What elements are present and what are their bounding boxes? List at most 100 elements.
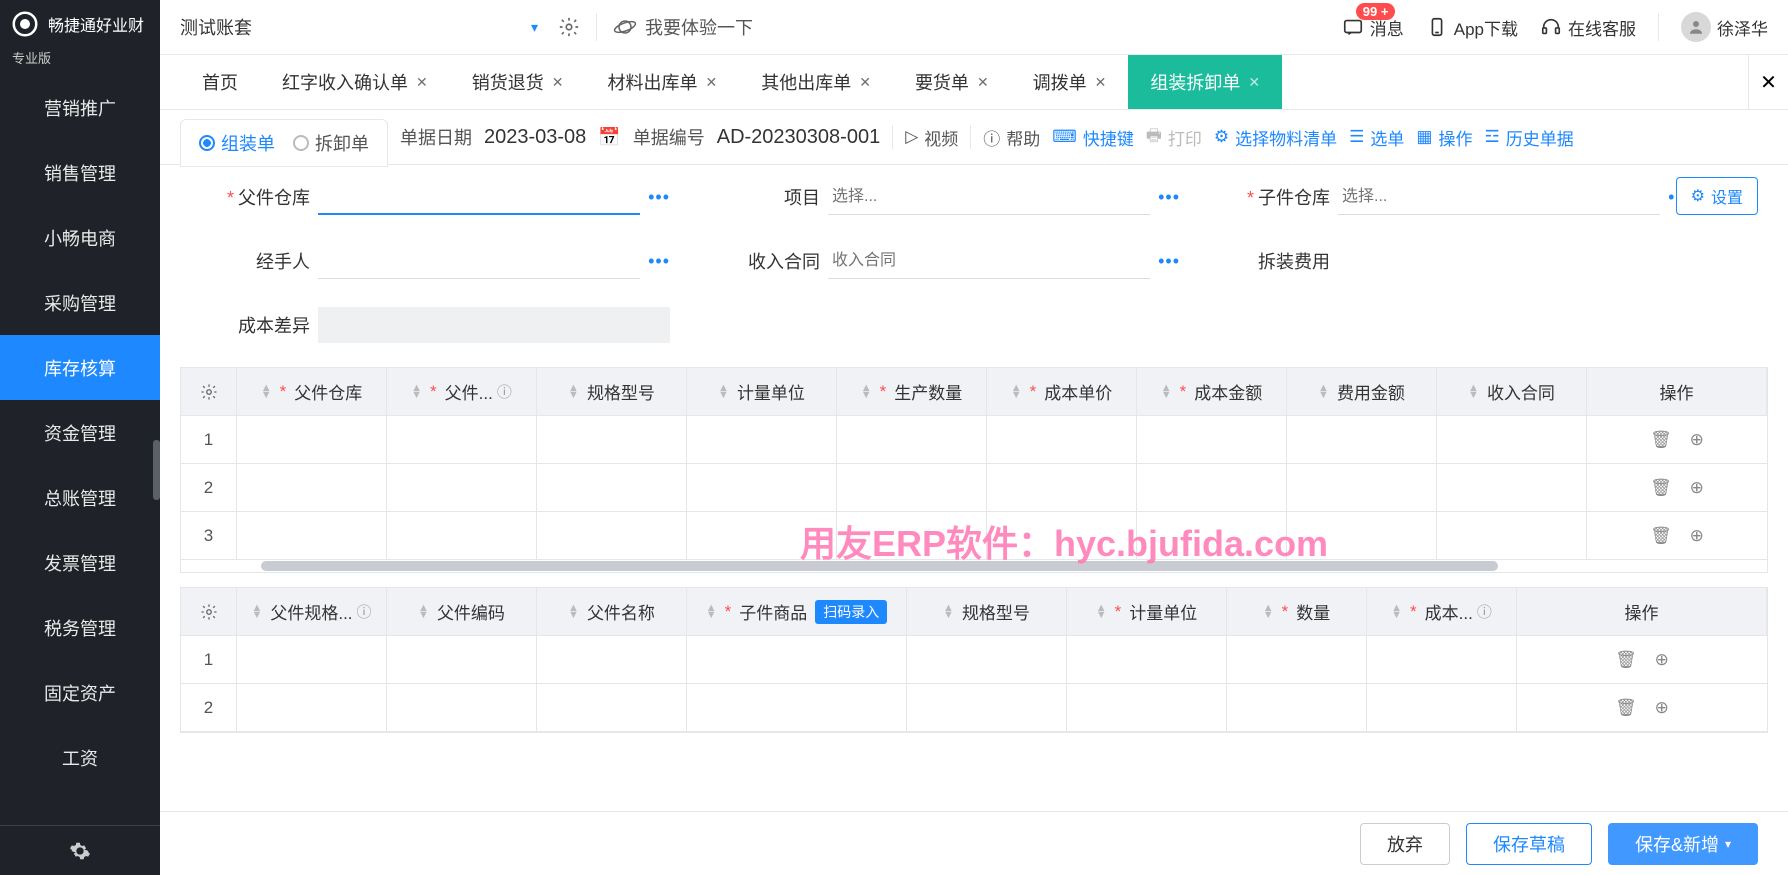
table-cell[interactable] [387,464,537,511]
tab-4[interactable]: 其他出库单✕ [739,55,893,109]
table-cell[interactable] [907,636,1067,683]
column-header[interactable]: ▲▼费用金额 [1287,368,1437,415]
table-cell[interactable] [687,684,907,731]
column-header[interactable]: ▲▼父件编码 [387,588,537,635]
column-header[interactable]: ▲▼规格型号 [537,368,687,415]
tab-0[interactable]: 首页 [180,55,260,109]
parent-warehouse-picker[interactable]: ••• [648,187,670,208]
sidebar-item-4[interactable]: 库存核算 [0,335,160,400]
parent-warehouse-input[interactable] [318,179,640,215]
tab-2[interactable]: 销货退货✕ [450,55,586,109]
table-cell[interactable] [1287,512,1437,559]
settings-button[interactable]: ⚙设置 [1676,177,1758,215]
income-input[interactable] [828,243,1150,279]
gear-icon[interactable] [558,16,580,38]
column-header[interactable]: ▲▼收入合同 [1437,368,1587,415]
table-cell[interactable] [237,464,387,511]
table-cell[interactable] [1227,684,1367,731]
project-picker[interactable]: ••• [1158,187,1180,208]
table-cell[interactable] [687,464,837,511]
close-icon[interactable]: ✕ [552,74,564,91]
sidebar-item-9[interactable]: 固定资产 [0,660,160,725]
video-button[interactable]: ▷视频 [905,125,958,150]
scan-tag[interactable]: 扫码录入 [815,600,887,624]
table-cell[interactable] [537,636,687,683]
add-icon[interactable]: ⊕ [1690,430,1704,450]
add-icon[interactable]: ⊕ [1655,650,1669,670]
calendar-icon[interactable]: 📅 [598,127,620,148]
table-cell[interactable] [1437,512,1587,559]
sidebar-item-3[interactable]: 采购管理 [0,270,160,335]
sidebar-item-1[interactable]: 销售管理 [0,140,160,205]
try-button[interactable]: 我要体验一下 [613,14,753,40]
table-cell[interactable] [837,464,987,511]
column-header[interactable]: ▲▼*数量 [1227,588,1367,635]
column-header[interactable]: ▲▼规格型号 [907,588,1067,635]
table-cell[interactable] [1437,416,1587,463]
table-cell[interactable] [1287,464,1437,511]
delete-icon[interactable]: 🗑 [1650,430,1672,450]
print-button[interactable]: 🖶打印 [1146,123,1202,152]
column-header[interactable]: ▲▼*生产数量 [837,368,987,415]
table-cell[interactable] [1287,416,1437,463]
table-cell[interactable] [1367,684,1517,731]
column-header[interactable]: ▲▼*计量单位 [1067,588,1227,635]
handler-input[interactable] [318,243,640,279]
user-menu[interactable]: 徐泽华 [1681,12,1768,42]
project-input[interactable] [828,179,1150,215]
table-cell[interactable] [837,512,987,559]
service-button[interactable]: 在线客服 [1540,15,1636,40]
table-cell[interactable] [1067,684,1227,731]
table-cell[interactable] [1067,636,1227,683]
close-icon[interactable]: ✕ [859,74,871,91]
table-cell[interactable] [1437,464,1587,511]
sidebar-item-2[interactable]: 小畅电商 [0,205,160,270]
table-cell[interactable] [237,636,387,683]
draft-button[interactable]: 保存草稿 [1466,823,1592,865]
column-header[interactable]: ▲▼父件规格... ⓘ [237,588,387,635]
sidebar-item-7[interactable]: 发票管理 [0,530,160,595]
history-button[interactable]: ☲历史单据 [1484,125,1573,150]
download-button[interactable]: App下载 [1426,15,1518,40]
tab-1[interactable]: 红字收入确认单✕ [260,55,450,109]
table-settings[interactable] [181,368,237,415]
table-cell[interactable] [687,512,837,559]
add-icon[interactable]: ⊕ [1690,478,1704,498]
table-cell[interactable] [1137,512,1287,559]
sidebar-item-10[interactable]: 工资 [0,725,160,790]
column-header[interactable]: ▲▼*父件... ⓘ [387,368,537,415]
delete-icon[interactable]: 🗑 [1650,526,1672,546]
tab-6[interactable]: 调拨单✕ [1011,55,1129,109]
messages-button[interactable]: 99 + 消息 [1342,15,1404,40]
sidebar-item-5[interactable]: 资金管理 [0,400,160,465]
discard-button[interactable]: 放弃 [1360,823,1450,865]
table-cell[interactable] [907,684,1067,731]
table-cell[interactable] [387,684,537,731]
shortcut-button[interactable]: ⌨快捷键 [1052,125,1134,150]
table-cell[interactable] [1137,464,1287,511]
handler-picker[interactable]: ••• [648,251,670,272]
table-scrollbar[interactable] [181,560,1767,572]
select-button[interactable]: ☰选单 [1349,125,1404,150]
tab-3[interactable]: 材料出库单✕ [585,55,739,109]
column-header[interactable]: ▲▼*成本金额 [1137,368,1287,415]
close-all-tabs[interactable]: ✕ [1748,55,1788,109]
sidebar-item-0[interactable]: 营销推广 [0,75,160,140]
table-cell[interactable] [387,416,537,463]
table-cell[interactable] [687,636,907,683]
close-icon[interactable]: ✕ [416,74,428,91]
close-icon[interactable]: ✕ [705,74,717,91]
delete-icon[interactable]: 🗑 [1650,478,1672,498]
sidebar-scrollbar[interactable] [153,440,160,500]
table-cell[interactable] [537,416,687,463]
table-cell[interactable] [837,416,987,463]
close-icon[interactable]: ✕ [1248,74,1260,91]
table-cell[interactable] [1227,636,1367,683]
column-header[interactable]: ▲▼*成本单价 [987,368,1137,415]
table-cell[interactable] [237,684,387,731]
table-cell[interactable] [537,512,687,559]
close-icon[interactable]: ✕ [1095,74,1107,91]
radio-disassemble[interactable]: 拆卸单 [293,130,369,156]
table-cell[interactable] [537,464,687,511]
column-header[interactable]: ▲▼计量单位 [687,368,837,415]
